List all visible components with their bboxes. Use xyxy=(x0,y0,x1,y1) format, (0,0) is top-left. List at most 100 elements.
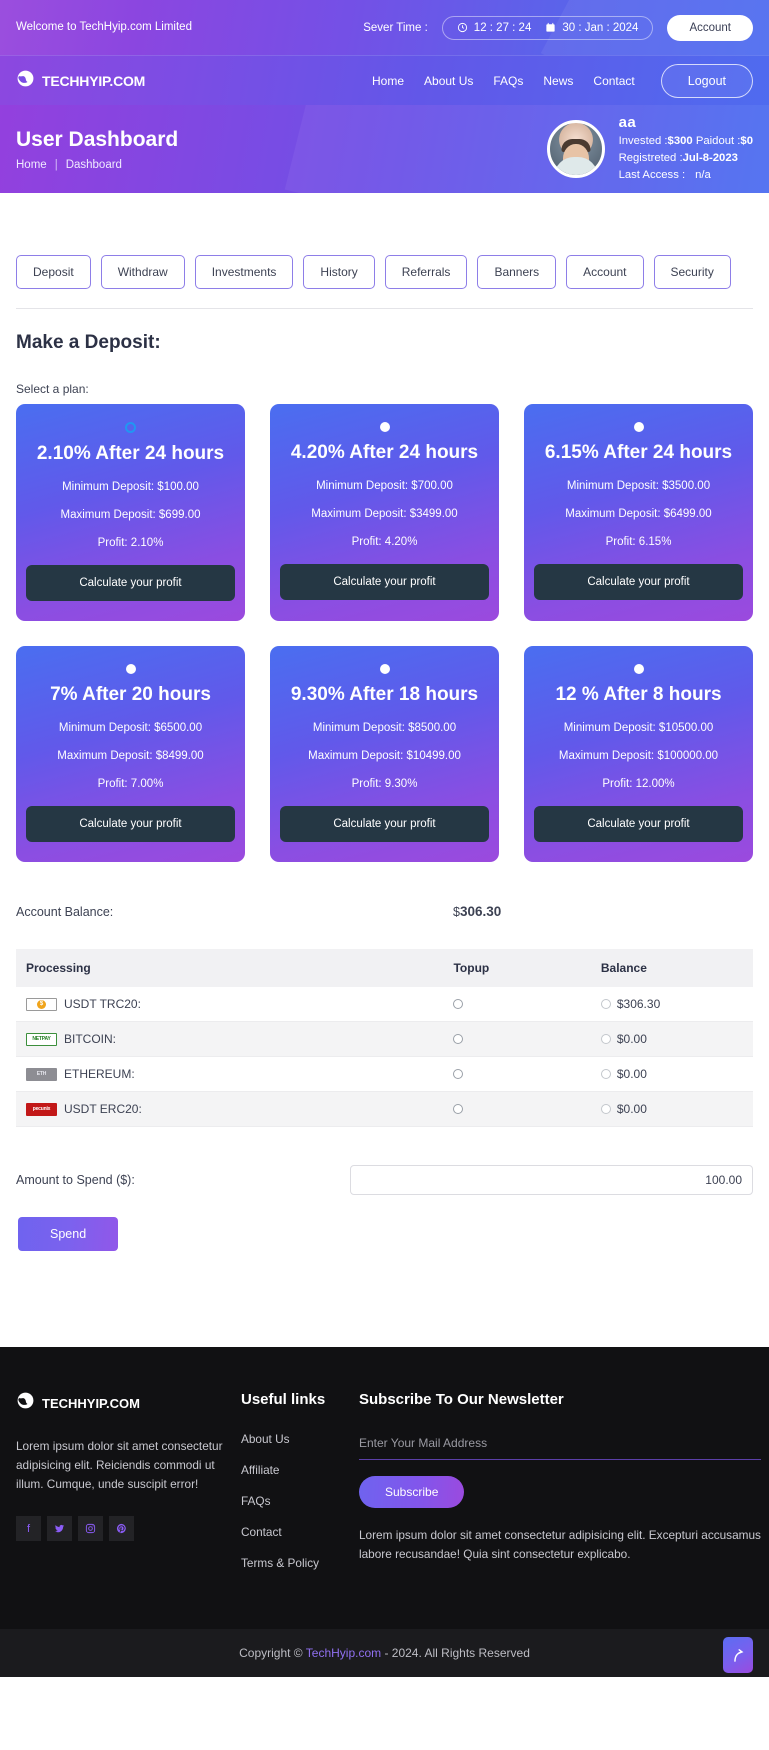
table-row[interactable]: ETH ETHEREUM: $0.00 xyxy=(16,1057,753,1092)
plan-profit: Profit: 6.15% xyxy=(605,536,672,548)
plan-radio[interactable] xyxy=(633,422,644,432)
topup-radio[interactable] xyxy=(453,1069,464,1079)
account-balance-label: Account Balance: xyxy=(16,904,114,919)
table-row[interactable]: NETPAY BITCOIN: $0.00 xyxy=(16,1021,753,1057)
server-date: 30 : Jan : 2024 xyxy=(545,22,638,34)
tab-investments[interactable]: Investments xyxy=(194,255,294,289)
balance-amount-cell: $306.30 xyxy=(616,997,661,1011)
user-meta: aa Invested :$300 Paidout :$0 Registrete… xyxy=(619,114,753,184)
topup-cell[interactable] xyxy=(443,987,590,1022)
newsletter-email-input[interactable] xyxy=(359,1430,761,1460)
footer-link-terms-policy[interactable]: Terms & Policy xyxy=(241,1556,319,1570)
tab-deposit[interactable]: Deposit xyxy=(16,255,91,289)
table-head: Processing Topup Balance xyxy=(16,949,753,987)
logout-button[interactable]: Logout xyxy=(660,63,753,98)
site-footer: TECHHYIP.COM Lorem ipsum dolor sit amet … xyxy=(0,1347,769,1629)
useful-links-list: About Us Affiliate FAQs Contact Terms & … xyxy=(241,1430,359,1572)
list-item: Terms & Policy xyxy=(241,1554,359,1572)
method-name: ETHEREUM: xyxy=(64,1067,135,1081)
nav-item-contact[interactable]: Contact xyxy=(593,74,634,88)
balance-cell[interactable]: $306.30 xyxy=(591,987,753,1022)
topup-cell[interactable] xyxy=(443,1057,590,1092)
netpay-logo-icon: NETPAY xyxy=(26,1032,57,1046)
copyright-link[interactable]: TechHyip.com xyxy=(306,1646,381,1660)
nav-item-faqs[interactable]: FAQs xyxy=(493,74,523,88)
plan-card[interactable]: 9.30% After 18 hours Minimum Deposit: $8… xyxy=(270,646,499,862)
footer-link-faqs[interactable]: FAQs xyxy=(241,1494,271,1508)
nav-item-news[interactable]: News xyxy=(543,74,573,88)
calculate-profit-button[interactable]: Calculate your profit xyxy=(534,564,743,600)
avatar-body xyxy=(553,157,598,175)
brand-name: TECHHYIP.COM xyxy=(42,72,146,89)
footer-link-affiliate[interactable]: Affiliate xyxy=(241,1463,279,1477)
plan-radio[interactable] xyxy=(125,664,136,674)
subscribe-button[interactable]: Subscribe xyxy=(359,1476,465,1508)
balance-radio[interactable] xyxy=(600,1104,611,1114)
plan-card[interactable]: 4.20% After 24 hours Minimum Deposit: $7… xyxy=(270,404,499,621)
topup-radio[interactable] xyxy=(453,1034,464,1044)
calculate-profit-button[interactable]: Calculate your profit xyxy=(26,806,235,842)
tab-account[interactable]: Account xyxy=(566,255,644,289)
plan-radio-selected[interactable] xyxy=(125,422,136,433)
amount-to-spend-label: Amount to Spend ($): xyxy=(16,1173,135,1187)
topup-radio[interactable] xyxy=(453,999,464,1009)
amount-input[interactable] xyxy=(350,1165,753,1195)
calculate-profit-button[interactable]: Calculate your profit xyxy=(534,806,743,842)
plan-profit: Profit: 7.00% xyxy=(97,778,164,790)
topup-radio[interactable] xyxy=(453,1104,464,1114)
list-item: FAQs xyxy=(241,1492,359,1510)
nav-item-home[interactable]: Home xyxy=(372,74,404,88)
top-bar-right: Sever Time : 12 : 27 : 24 30 : Jan : 202… xyxy=(363,14,753,41)
tab-history[interactable]: History xyxy=(303,255,375,289)
plan-minimum: Minimum Deposit: $700.00 xyxy=(316,480,453,492)
plan-radio[interactable] xyxy=(379,664,390,674)
plan-card[interactable]: 6.15% After 24 hours Minimum Deposit: $3… xyxy=(524,404,753,621)
plan-card[interactable]: 7% After 20 hours Minimum Deposit: $6500… xyxy=(16,646,245,862)
topup-cell[interactable] xyxy=(443,1022,590,1057)
tab-withdraw[interactable]: Withdraw xyxy=(100,255,185,289)
calculate-profit-button[interactable]: Calculate your profit xyxy=(280,806,489,842)
twitter-icon[interactable] xyxy=(47,1516,72,1541)
tab-security[interactable]: Security xyxy=(653,255,731,289)
plan-radio[interactable] xyxy=(633,664,644,674)
plan-card[interactable]: 2.10% After 24 hours Minimum Deposit: $1… xyxy=(16,404,245,621)
scroll-to-top-button[interactable] xyxy=(723,1637,753,1673)
invested-label: Invested : xyxy=(618,135,668,147)
plan-card[interactable]: 12 % After 8 hours Minimum Deposit: $105… xyxy=(524,646,753,862)
calculate-profit-button[interactable]: Calculate your profit xyxy=(26,565,235,601)
topup-cell[interactable] xyxy=(443,1092,590,1127)
main-content: Deposit Withdraw Investments History Ref… xyxy=(0,193,769,1347)
spend-button[interactable]: Spend xyxy=(18,1217,119,1251)
table-row[interactable]: pecunix USDT ERC20: $0.00 xyxy=(16,1091,753,1127)
balance-radio[interactable] xyxy=(600,1034,611,1044)
instagram-icon[interactable] xyxy=(78,1516,103,1541)
account-balance-value: $306.30 xyxy=(453,904,501,919)
nav-item-about-us[interactable]: About Us xyxy=(424,74,473,88)
balance-radio[interactable] xyxy=(600,999,611,1009)
table-row[interactable]: $ USDT TRC20: $306.30 xyxy=(16,987,753,1022)
plan-radio[interactable] xyxy=(379,422,390,432)
balance-cell[interactable]: $0.00 xyxy=(591,1022,753,1057)
server-time-label: Sever Time : xyxy=(363,21,428,34)
last-access-value: n/a xyxy=(695,169,711,181)
account-button[interactable]: Account xyxy=(667,14,753,41)
useful-links-title: Useful links xyxy=(241,1391,326,1408)
welcome-text: Welcome to TechHyip.com Limited xyxy=(16,21,192,33)
footer-brand[interactable]: TECHHYIP.COM xyxy=(16,1391,241,1415)
facebook-icon[interactable]: f xyxy=(16,1516,41,1541)
footer-link-about-us[interactable]: About Us xyxy=(241,1432,290,1446)
pinterest-icon[interactable] xyxy=(109,1516,134,1541)
user-registered-row: Registreted :Jul-8-2023 xyxy=(619,150,753,167)
last-access-label: Last Access : xyxy=(618,169,686,181)
balance-cell[interactable]: $0.00 xyxy=(591,1092,753,1127)
footer-link-contact[interactable]: Contact xyxy=(241,1525,282,1539)
calculate-profit-button[interactable]: Calculate your profit xyxy=(280,564,489,600)
balance-cell[interactable]: $0.00 xyxy=(591,1057,753,1092)
brand-logo[interactable]: TECHHYIP.COM xyxy=(16,69,145,93)
tab-referrals[interactable]: Referrals xyxy=(384,255,468,289)
tab-banners[interactable]: Banners xyxy=(477,255,557,289)
breadcrumb-home[interactable]: Home xyxy=(16,159,47,171)
footer-about-column: TECHHYIP.COM Lorem ipsum dolor sit amet … xyxy=(16,1391,241,1585)
balance-radio[interactable] xyxy=(600,1069,611,1079)
plan-profit: Profit: 9.30% xyxy=(351,778,418,790)
